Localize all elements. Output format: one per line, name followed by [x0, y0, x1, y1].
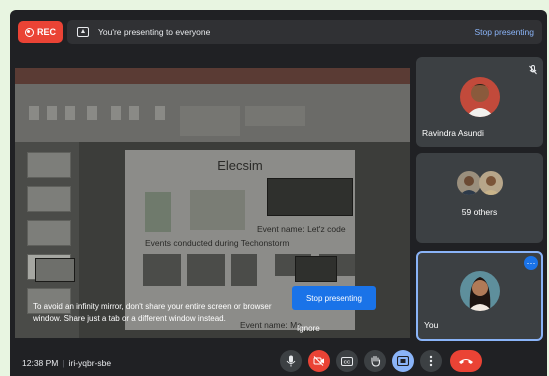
leave-call-button[interactable]	[450, 350, 482, 372]
camera-button[interactable]	[308, 350, 330, 372]
raise-hand-icon	[370, 355, 380, 367]
call-end-icon	[459, 359, 473, 364]
ribbon-tool	[129, 106, 139, 120]
avatar	[460, 271, 500, 311]
rec-label: REC	[36, 27, 56, 37]
meeting-info: 12:38 PM | iri-yqbr-sbe	[22, 358, 111, 368]
participant-tile-others[interactable]: 59 others	[416, 153, 543, 243]
present-now-button[interactable]	[392, 350, 414, 372]
slide-title: Elecsim	[217, 158, 263, 173]
more-options-icon[interactable]: ⋯	[524, 256, 538, 270]
participant-name: 59 others	[461, 207, 498, 217]
infinity-mirror	[35, 258, 75, 282]
ribbon-tool	[47, 106, 57, 120]
ignore-button[interactable]: Ignore	[297, 324, 320, 333]
participant-tile-ravindra[interactable]: Ravindra Asundi	[416, 57, 543, 147]
ribbon-group	[245, 106, 305, 126]
shared-screen: Elecsim Event name: Let'z code Events co…	[15, 68, 410, 338]
slide-diagram	[145, 192, 171, 232]
stop-presenting-link[interactable]: Stop presenting	[474, 27, 534, 37]
more-options-button[interactable]	[420, 350, 442, 372]
clock-time: 12:38 PM	[22, 358, 59, 368]
infinity-mirror-warning: To avoid an infinity mirror, don't share…	[33, 302, 272, 323]
separator: |	[62, 358, 65, 368]
ppt-ribbon	[15, 84, 410, 142]
ribbon-tool	[65, 106, 75, 120]
slide-text-line1: Event name: Let'z code	[257, 224, 346, 234]
infinity-mirror	[295, 256, 337, 282]
ribbon-tool	[111, 106, 121, 120]
presenting-banner: You're presenting to everyone Stop prese…	[67, 20, 542, 44]
mic-button[interactable]	[280, 350, 302, 372]
slide-thumbnail	[27, 220, 71, 246]
ribbon-tool	[87, 106, 97, 120]
svg-text:CC: CC	[344, 359, 351, 364]
microphone-icon	[286, 355, 296, 367]
person-photo-icon	[468, 277, 492, 311]
slide-text-line2: Events conducted during Techonstorm	[145, 238, 290, 248]
rec-button[interactable]: REC	[18, 21, 63, 43]
ribbon-tool	[29, 106, 39, 120]
meeting-code: iri-yqbr-sbe	[68, 358, 112, 368]
record-icon	[24, 27, 34, 37]
avatar	[479, 171, 503, 195]
person-photo-icon	[482, 176, 500, 195]
ribbon-group	[180, 106, 240, 136]
ppt-titlebar	[15, 68, 410, 84]
slide-diagram	[190, 190, 245, 230]
present-to-all-icon	[77, 27, 89, 37]
avatar	[457, 171, 481, 195]
meet-window: REC You're presenting to everyone Stop p…	[10, 10, 547, 376]
raise-hand-button[interactable]	[364, 350, 386, 372]
camera-off-icon	[313, 356, 324, 366]
slide-photo	[231, 254, 257, 286]
closed-captions-icon: CC	[341, 356, 353, 366]
ribbon-tool	[155, 106, 165, 120]
slide-thumbnail	[27, 186, 71, 212]
infinity-mirror	[267, 178, 353, 216]
participant-tile-you[interactable]: ⋯ You	[416, 251, 543, 341]
more-vert-icon	[429, 355, 433, 367]
slide-photo	[143, 254, 181, 286]
slide-thumbnail	[27, 152, 71, 178]
presenting-text: You're presenting to everyone	[98, 27, 211, 37]
stop-presenting-button[interactable]: Stop presenting	[292, 286, 376, 310]
avatar	[460, 77, 500, 117]
captions-button[interactable]: CC	[336, 350, 358, 372]
person-photo-icon	[466, 84, 494, 117]
present-screen-icon	[397, 356, 409, 366]
slide-photo	[187, 254, 225, 286]
mic-off-icon	[529, 65, 537, 75]
participant-name: Ravindra Asundi	[422, 128, 484, 138]
person-photo-icon	[460, 176, 478, 195]
participant-name: You	[424, 320, 439, 330]
